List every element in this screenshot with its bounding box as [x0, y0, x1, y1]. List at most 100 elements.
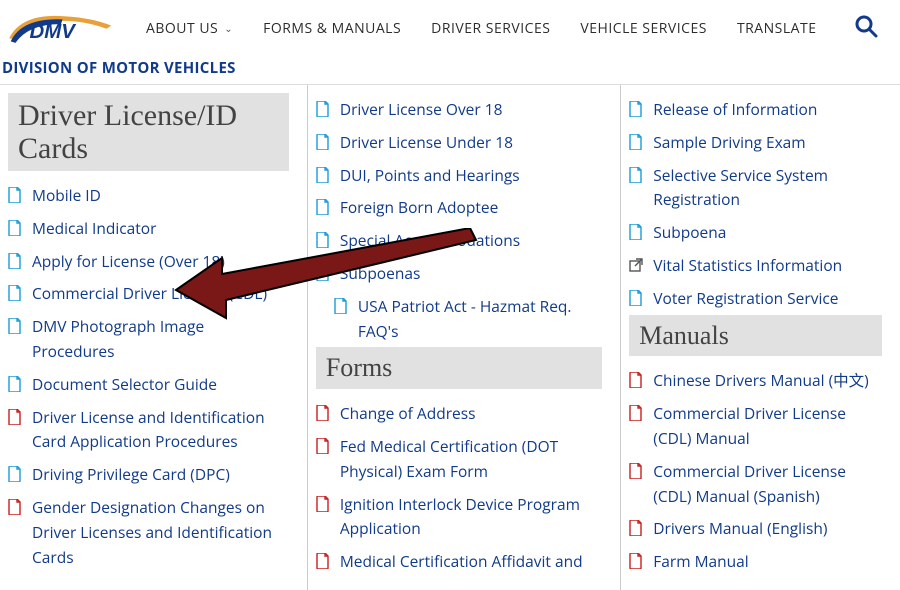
list-item: Farm Manual	[629, 545, 882, 578]
list-item: Driver License Under 18	[316, 126, 602, 159]
list-item: Commercial Driver License (CDL) Manual	[629, 397, 882, 455]
list-link[interactable]: Medical Certification Affidavit and	[340, 549, 583, 574]
list-item: Medical Indicator	[8, 212, 289, 245]
list-link[interactable]: Driver License and Identification Card A…	[32, 405, 289, 455]
list-link[interactable]: Driving Privilege Card (DPC)	[32, 462, 230, 487]
document-icon	[8, 376, 22, 392]
pdf-icon	[8, 499, 22, 515]
document-icon	[8, 220, 22, 236]
list-link[interactable]: Fed Medical Certification (DOT Physical)…	[340, 434, 602, 484]
nav-about-us[interactable]: ABOUT US⌄	[146, 19, 233, 38]
list-link[interactable]: Commercial Driver License (CDL)	[32, 281, 267, 306]
document-icon	[316, 265, 330, 281]
list-link[interactable]: Apply for License (Over 18)	[32, 249, 225, 274]
list-item: Driver License Over 18	[316, 93, 602, 126]
list-item: Release of Information	[629, 93, 882, 126]
list-item: Foreign Born Adoptee	[316, 191, 602, 224]
list-item: Sample Driving Exam	[629, 126, 882, 159]
pdf-icon	[629, 405, 643, 421]
list-link[interactable]: Change of Address	[340, 401, 476, 426]
list-item: Special Accommodations	[316, 224, 602, 257]
list-link[interactable]: DUI, Points and Hearings	[340, 163, 520, 188]
list-item: Mobile ID	[8, 179, 289, 212]
list-link[interactable]: Voter Registration Service	[653, 286, 838, 311]
list-link[interactable]: Medical Indicator	[32, 216, 156, 241]
pdf-icon	[629, 463, 643, 479]
division-subhead: DIVISION OF MOTOR VEHICLES	[0, 48, 900, 85]
list-link[interactable]: DMV Photograph Image Procedures	[32, 314, 289, 364]
pdf-icon	[8, 409, 22, 425]
column-1: Driver License/ID Cards Mobile ID Medical…	[0, 85, 308, 590]
list-item: Commercial Driver License (CDL)	[8, 277, 289, 310]
list-item: Gender Designation Changes on Driver Lic…	[8, 491, 289, 573]
list-manuals: Chinese Drivers Manual (中文) Commercial Dr…	[629, 364, 882, 578]
pdf-icon	[316, 553, 330, 569]
nav-vehicle-services[interactable]: VEHICLE SERVICES	[580, 19, 707, 38]
dmv-logo[interactable]: DMV	[6, 8, 116, 48]
list-link[interactable]: Subpoenas	[340, 261, 421, 286]
list-link[interactable]: Mobile ID	[32, 183, 101, 208]
document-icon	[316, 101, 330, 117]
pdf-icon	[629, 520, 643, 536]
list-link[interactable]: Special Accommodations	[340, 228, 520, 253]
section-heading-forms: Forms	[316, 347, 602, 389]
list-col3-top: Release of Information Sample Driving Exa…	[629, 93, 882, 315]
list-link[interactable]: Release of Information	[653, 97, 817, 122]
list-link[interactable]: Subpoena	[653, 220, 726, 245]
list-link[interactable]: Drivers Manual (English)	[653, 516, 827, 541]
pdf-icon	[316, 405, 330, 421]
list-item: Change of Address	[316, 397, 602, 430]
header: DMV ABOUT US⌄ FORMS & MANUALS DRIVER SER…	[0, 0, 900, 48]
list-link[interactable]: Foreign Born Adoptee	[340, 195, 498, 220]
logo-text: DMV	[30, 21, 78, 43]
search-icon	[854, 14, 878, 38]
document-icon	[8, 318, 22, 334]
list-item: Voter Registration Service	[629, 282, 882, 315]
document-icon	[8, 285, 22, 301]
pdf-icon	[316, 438, 330, 454]
document-icon	[629, 101, 643, 117]
section-heading-driver-license: Driver License/ID Cards	[8, 93, 289, 171]
nav-driver-services[interactable]: DRIVER SERVICES	[431, 19, 550, 38]
list-item: Fed Medical Certification (DOT Physical)…	[316, 430, 602, 488]
list-item: Subpoenas	[316, 257, 602, 290]
list-link[interactable]: USA Patriot Act - Hazmat Req. FAQ's	[358, 294, 602, 344]
list-driver-license: Mobile ID Medical Indicator Apply for Lice…	[8, 179, 289, 573]
column-2: Driver License Over 18 Driver License Und…	[308, 85, 621, 590]
list-link[interactable]: Driver License Under 18	[340, 130, 513, 155]
section-heading-manuals: Manuals	[629, 315, 882, 357]
list-link[interactable]: Commercial Driver License (CDL) Manual	[653, 401, 882, 451]
list-link[interactable]: Farm Manual	[653, 549, 748, 574]
external-link-icon	[629, 257, 643, 273]
document-icon	[8, 466, 22, 482]
list-link[interactable]: Sample Driving Exam	[653, 130, 805, 155]
list-link[interactable]: Driver License Over 18	[340, 97, 503, 122]
list-link[interactable]: Selective Service System Registration	[653, 163, 882, 213]
list-link[interactable]: Vital Statistics Information	[653, 253, 842, 278]
search-button[interactable]	[854, 14, 878, 43]
document-icon	[316, 232, 330, 248]
list-link[interactable]: Document Selector Guide	[32, 372, 217, 397]
list-item: Commercial Driver License (CDL) Manual (…	[629, 455, 882, 513]
list-item: DUI, Points and Hearings	[316, 159, 602, 192]
content-columns: Driver License/ID Cards Mobile ID Medical…	[0, 85, 900, 590]
list-link[interactable]: Gender Designation Changes on Driver Lic…	[32, 495, 289, 569]
list-item: USA Patriot Act - Hazmat Req. FAQ's	[316, 290, 602, 348]
document-icon	[334, 298, 348, 314]
pdf-icon	[316, 496, 330, 512]
column-3: Release of Information Sample Driving Exa…	[621, 85, 900, 590]
list-forms: Change of Address Fed Medical Certificati…	[316, 397, 602, 578]
document-icon	[316, 167, 330, 183]
list-link[interactable]: Chinese Drivers Manual (中文)	[653, 368, 868, 393]
list-link[interactable]: Ignition Interlock Device Program Applic…	[340, 492, 602, 542]
list-item: Ignition Interlock Device Program Applic…	[316, 488, 602, 546]
nav-translate[interactable]: TRANSLATE	[737, 19, 817, 38]
document-icon	[8, 253, 22, 269]
pdf-icon	[629, 553, 643, 569]
list-item: Subpoena	[629, 216, 882, 249]
nav-forms-manuals[interactable]: FORMS & MANUALS	[263, 19, 401, 38]
document-icon	[629, 167, 643, 183]
document-icon	[316, 199, 330, 215]
list-link[interactable]: Commercial Driver License (CDL) Manual (…	[653, 459, 882, 509]
document-icon	[316, 134, 330, 150]
